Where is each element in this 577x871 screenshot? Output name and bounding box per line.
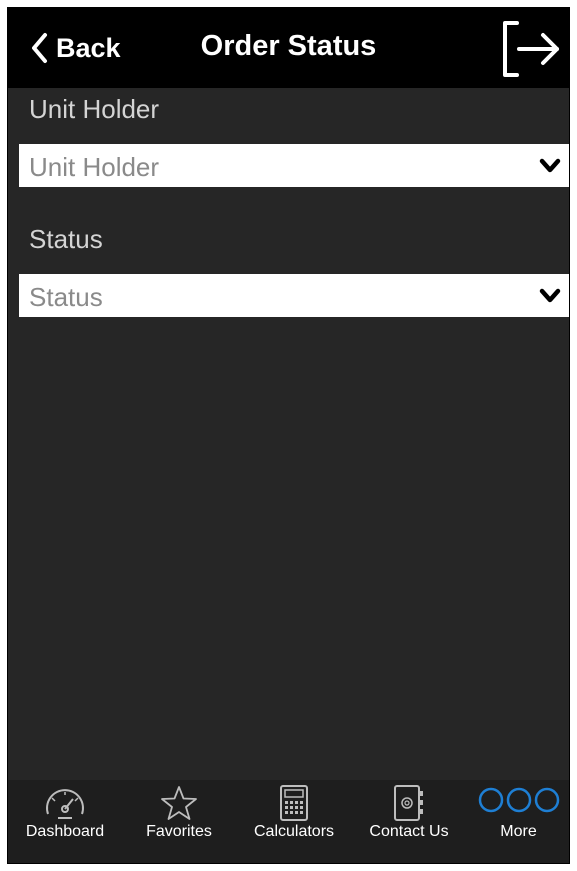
tab-label: Dashboard [25,823,105,840]
address-book-icon [394,785,423,821]
app-screen: Back Order Status Unit Holder Unit Holde… [7,7,570,864]
tab-calculators[interactable]: Calculators [236,780,352,846]
unit-holder-value: Unit Holder [29,152,160,182]
tab-bar: Dashboard Favorites Calculators Contact … [8,780,569,860]
speedometer-icon [46,789,84,819]
tab-contact-us[interactable]: Contact Us [352,780,466,846]
unit-holder-label: Unit Holder [29,94,160,124]
page-title: Order Status [200,30,377,62]
chevron-down-icon [539,158,561,173]
tab-label: Calculators [253,823,335,840]
tab-dashboard[interactable]: Dashboard [8,780,122,846]
tab-label: More [500,823,537,840]
more-icon [478,787,559,813]
logout-button[interactable] [499,18,563,80]
tab-favorites[interactable]: Favorites [122,780,236,846]
unit-holder-select[interactable]: Unit Holder [19,144,569,187]
calculator-icon [280,785,308,821]
tab-bar-footer [8,860,569,863]
navigation-bar: Back Order Status [8,8,569,88]
tab-label: Contact Us [369,823,449,840]
status-value: Status [29,282,103,312]
logout-icon [503,21,559,77]
chevron-down-icon [539,288,561,303]
status-select[interactable]: Status [19,274,569,317]
tab-more[interactable]: More [466,780,569,846]
status-label: Status [29,224,103,254]
tab-label: Favorites [146,823,212,840]
star-icon [161,786,197,820]
